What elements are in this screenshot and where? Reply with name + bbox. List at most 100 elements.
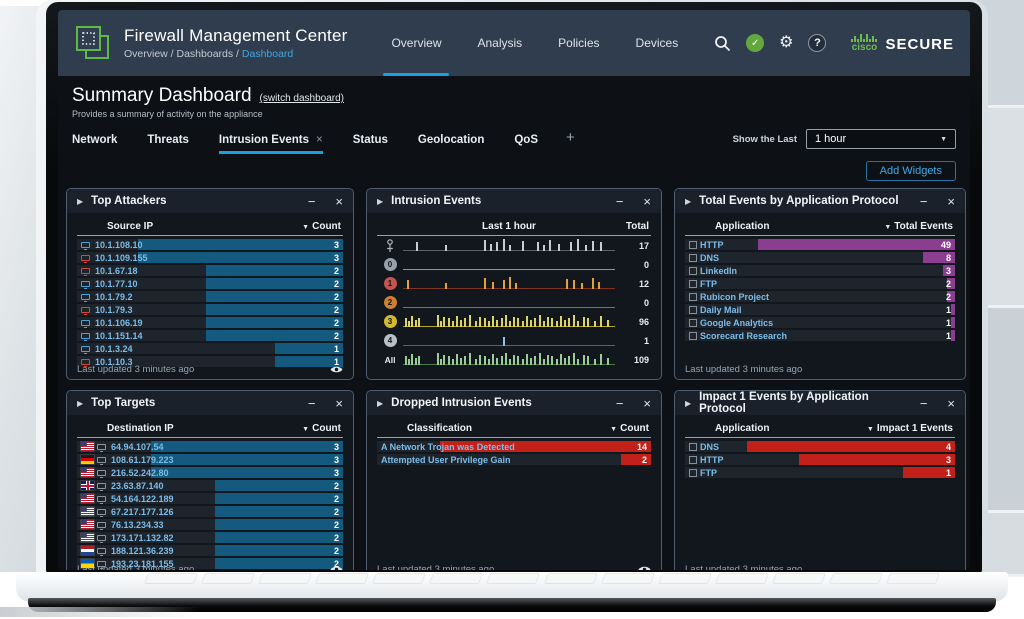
table-row[interactable]: A Network Trojan was Detected14 xyxy=(377,441,651,452)
row-label[interactable]: 188.121.36.239 xyxy=(77,546,174,556)
close-icon[interactable]: × xyxy=(947,397,955,410)
table-row[interactable]: Google Analytics1 xyxy=(685,317,955,328)
tab-status[interactable]: Status xyxy=(353,134,388,154)
row-label[interactable]: Scorecard Research xyxy=(685,331,787,341)
collapse-caret-icon[interactable]: ▶ xyxy=(77,399,83,408)
table-row[interactable]: 64.94.107.543 xyxy=(77,441,343,452)
table-row[interactable]: 10.1.109.1553 xyxy=(77,252,343,263)
add-tab-button[interactable]: + xyxy=(566,129,575,154)
row-label[interactable]: 10.1.79.3 xyxy=(77,305,133,315)
column-sort[interactable]: ▼Impact 1 Events xyxy=(867,423,953,434)
table-row[interactable]: 23.63.87.1402 xyxy=(77,480,343,491)
eye-icon[interactable] xyxy=(638,565,651,570)
table-row[interactable]: 10.1.108.103 xyxy=(77,239,343,250)
column-label[interactable]: Application xyxy=(715,423,769,434)
table-row[interactable]: 10.1.79.32 xyxy=(77,304,343,315)
minimize-icon[interactable]: − xyxy=(308,195,316,208)
time-range-select[interactable]: 1 hour ▼ xyxy=(806,129,956,149)
row-label[interactable]: A Network Trojan was Detected xyxy=(377,442,515,452)
column-label[interactable]: Classification xyxy=(407,423,472,434)
row-label[interactable]: 10.1.79.2 xyxy=(77,292,133,302)
spark-row[interactable]: All109 xyxy=(377,350,651,369)
add-widgets-button[interactable]: Add Widgets xyxy=(866,161,956,181)
tab-threats[interactable]: Threats xyxy=(147,134,189,154)
spark-row[interactable]: 20 xyxy=(377,293,651,312)
table-row[interactable]: LinkedIn3 xyxy=(685,265,955,276)
row-label[interactable]: Daily Mail xyxy=(685,305,742,315)
close-icon[interactable]: × xyxy=(643,397,651,410)
table-row[interactable]: 188.121.36.2392 xyxy=(77,545,343,556)
column-sort[interactable]: ▼Count xyxy=(302,221,341,232)
tab-geolocation[interactable]: Geolocation xyxy=(418,134,484,154)
row-label[interactable]: LinkedIn xyxy=(685,266,737,276)
row-label[interactable]: 10.1.10.3 xyxy=(77,357,133,367)
table-row[interactable]: 10.1.106.192 xyxy=(77,317,343,328)
row-label[interactable]: 10.1.109.155 xyxy=(77,253,148,263)
row-label[interactable]: HTTP xyxy=(685,455,724,465)
gear-icon[interactable]: ⚙ xyxy=(779,35,793,51)
table-row[interactable]: 216.52.242.803 xyxy=(77,467,343,478)
nav-item-devices[interactable]: Devices xyxy=(636,10,679,76)
collapse-caret-icon[interactable]: ▶ xyxy=(685,197,691,206)
column-sort[interactable]: ▼Count xyxy=(302,423,341,434)
table-row[interactable]: 76.13.234.332 xyxy=(77,519,343,530)
close-icon[interactable]: × xyxy=(947,195,955,208)
column-sort[interactable]: ▼Count xyxy=(610,423,649,434)
spark-row[interactable]: 41 xyxy=(377,331,651,350)
row-label[interactable]: 10.1.3.24 xyxy=(77,344,133,354)
table-row[interactable]: Rubicon Project2 xyxy=(685,291,955,302)
table-row[interactable]: DNS4 xyxy=(685,441,955,452)
minimize-icon[interactable]: − xyxy=(920,195,928,208)
table-row[interactable]: Daily Mail1 xyxy=(685,304,955,315)
row-label[interactable]: 193.23.181.155 xyxy=(77,559,174,569)
row-label[interactable]: FTP xyxy=(685,468,717,478)
minimize-icon[interactable]: − xyxy=(308,397,316,410)
table-row[interactable]: 10.1.79.22 xyxy=(77,291,343,302)
tab-intrusion-events[interactable]: Intrusion Events× xyxy=(219,134,323,154)
row-label[interactable]: FTP xyxy=(685,279,717,289)
tab-qos[interactable]: QoS xyxy=(514,134,538,154)
collapse-caret-icon[interactable]: ▶ xyxy=(377,399,383,408)
table-row[interactable]: 108.61.179.2233 xyxy=(77,454,343,465)
deploy-status-icon[interactable]: ✓ xyxy=(746,34,764,52)
table-row[interactable]: 10.1.3.241 xyxy=(77,343,343,354)
row-label[interactable]: HTTP xyxy=(685,240,724,250)
table-row[interactable]: DNS8 xyxy=(685,252,955,263)
row-label[interactable]: Google Analytics xyxy=(685,318,773,328)
minimize-icon[interactable]: − xyxy=(616,397,624,410)
row-label[interactable]: 10.1.67.18 xyxy=(77,266,138,276)
column-sort[interactable]: ▼Total Events xyxy=(884,221,953,232)
row-label[interactable]: 10.1.106.19 xyxy=(77,318,143,328)
row-label[interactable]: DNS xyxy=(685,442,719,452)
search-icon[interactable] xyxy=(714,35,731,52)
row-label[interactable]: 54.164.122.189 xyxy=(77,494,174,504)
breadcrumb-current[interactable]: Dashboard xyxy=(242,48,293,60)
column-label[interactable]: Destination IP xyxy=(107,423,174,434)
row-label[interactable]: DNS xyxy=(685,253,719,263)
table-row[interactable]: 67.217.177.1262 xyxy=(77,506,343,517)
tab-close-icon[interactable]: × xyxy=(316,134,323,146)
table-row[interactable]: 10.1.67.182 xyxy=(77,265,343,276)
nav-item-analysis[interactable]: Analysis xyxy=(477,10,522,76)
close-icon[interactable]: × xyxy=(335,195,343,208)
column-label[interactable]: Source IP xyxy=(107,221,153,232)
row-label[interactable]: 108.61.179.223 xyxy=(77,455,174,465)
spark-row[interactable]: 112 xyxy=(377,274,651,293)
row-label[interactable]: 10.1.77.10 xyxy=(77,279,138,289)
row-label[interactable]: 64.94.107.54 xyxy=(77,442,164,452)
collapse-caret-icon[interactable]: ▶ xyxy=(685,399,691,408)
table-row[interactable]: FTP2 xyxy=(685,278,955,289)
nav-item-overview[interactable]: Overview xyxy=(391,10,441,76)
row-label[interactable]: 10.1.151.14 xyxy=(77,331,143,341)
row-label[interactable]: 23.63.87.140 xyxy=(77,481,164,491)
tab-network[interactable]: Network xyxy=(72,134,117,154)
table-row[interactable]: 54.164.122.1892 xyxy=(77,493,343,504)
spark-row[interactable]: 396 xyxy=(377,312,651,331)
column-label[interactable]: Application xyxy=(715,221,769,232)
spark-row[interactable]: 17 xyxy=(377,236,651,255)
row-label[interactable]: 76.13.234.33 xyxy=(77,520,164,530)
row-label[interactable]: 173.171.132.82 xyxy=(77,533,174,543)
switch-dashboard-link[interactable]: (switch dashboard) xyxy=(260,93,344,104)
row-label[interactable]: Rubicon Project xyxy=(685,292,769,302)
row-label[interactable]: 10.1.108.10 xyxy=(77,240,143,250)
